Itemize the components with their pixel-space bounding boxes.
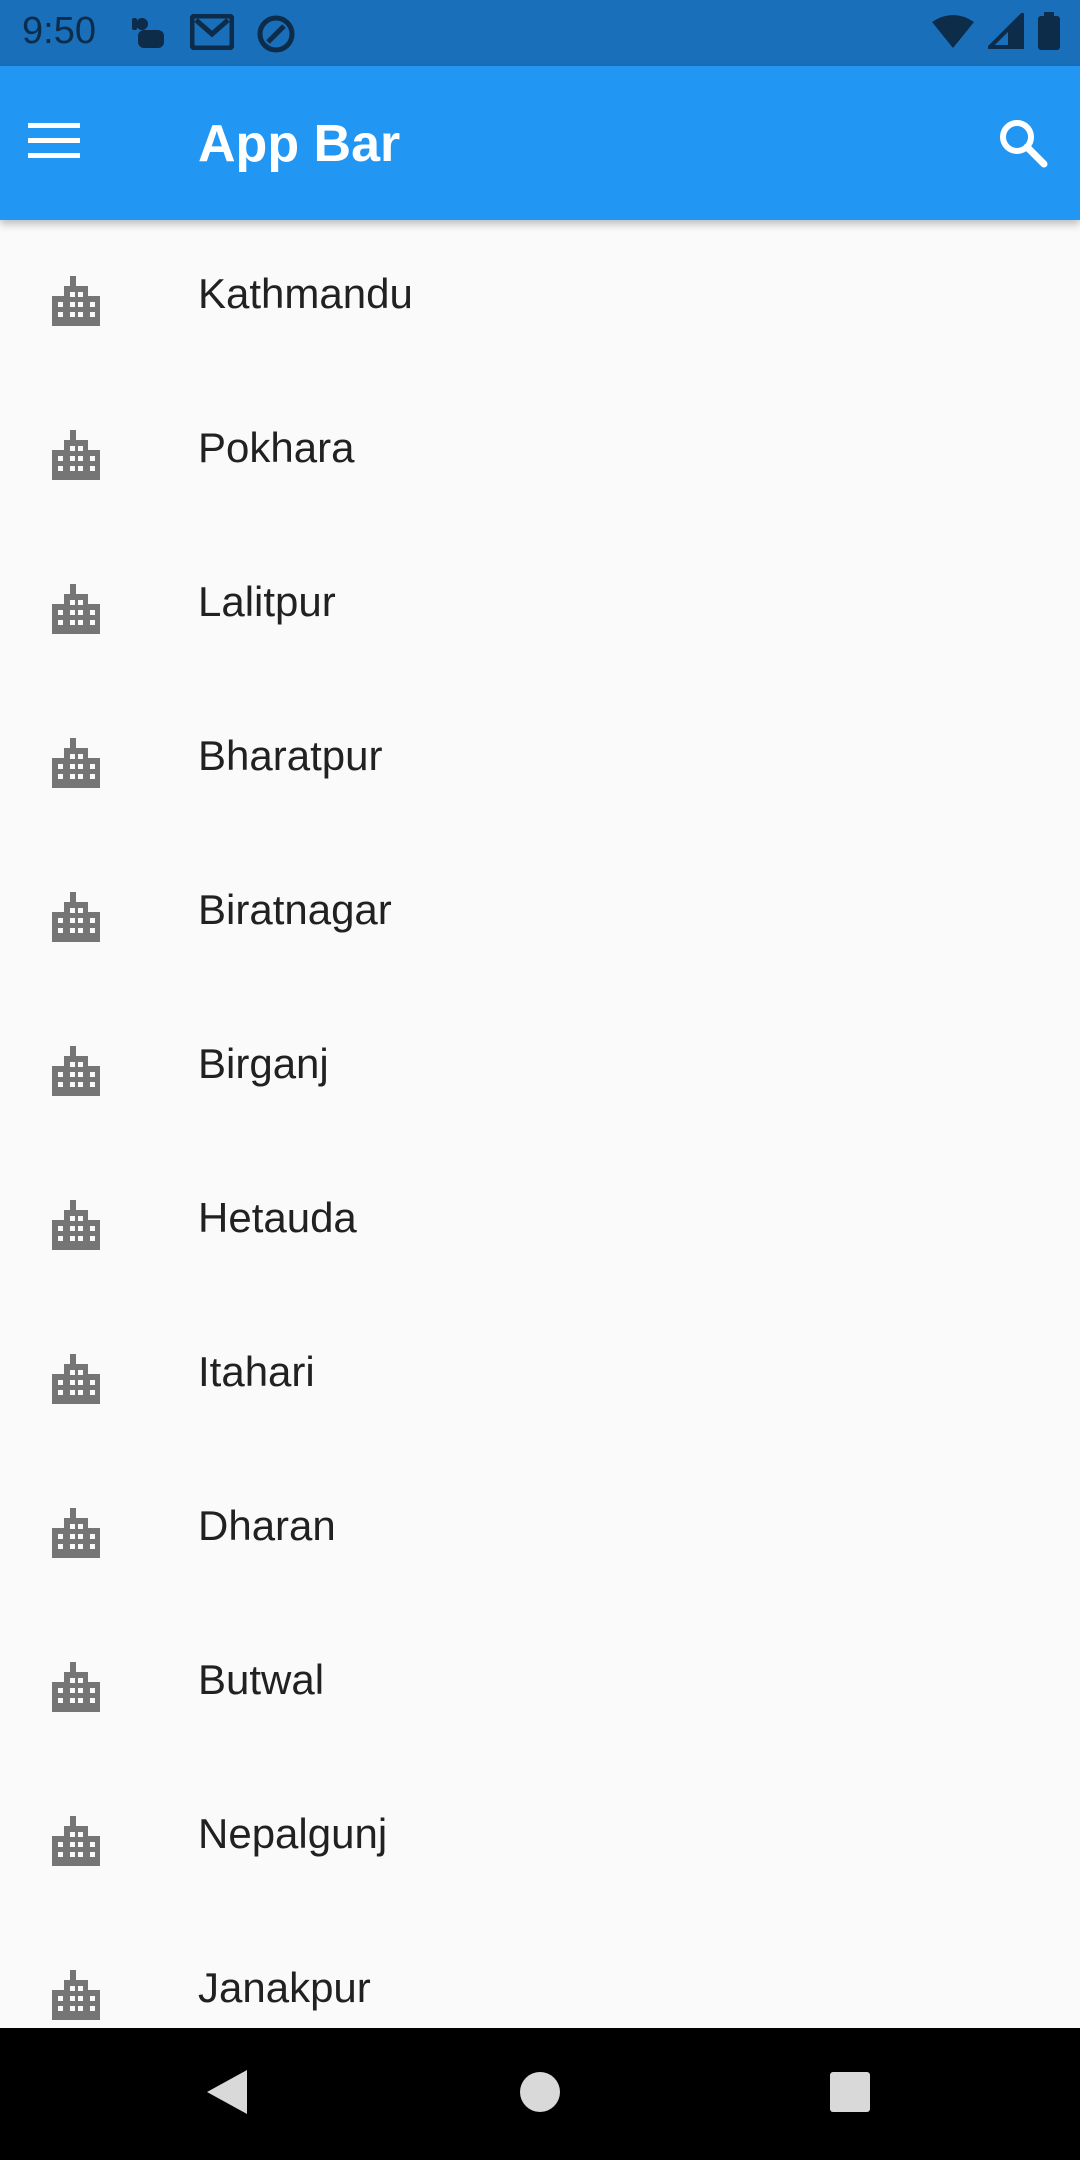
search-button[interactable] [988,110,1058,180]
city-label: Lalitpur [198,578,336,625]
city-icon [50,274,102,326]
list-item[interactable]: Nepalgunj [0,1760,1080,1914]
back-button[interactable] [196,2064,256,2124]
city-label: Janakpur [198,1964,371,2011]
city-label: Kathmandu [198,270,413,317]
city-label: Itahari [198,1348,315,1395]
city-label: Bharatpur [198,732,383,779]
list-item[interactable]: Biratnagar [0,836,1080,990]
search-icon [998,118,1048,173]
city-label: Birganj [198,1040,329,1087]
recents-button[interactable] [820,2064,880,2124]
list-item[interactable]: Itahari [0,1298,1080,1452]
city-icon [50,1044,102,1096]
wifi-icon [932,14,974,53]
home-icon [518,2070,562,2119]
city-icon [50,1352,102,1404]
navigation-bar [0,2028,1080,2160]
city-icon [50,1506,102,1558]
list-item[interactable]: Hetauda [0,1144,1080,1298]
list-item[interactable]: Kathmandu [0,220,1080,374]
city-icon [50,1814,102,1866]
back-icon [203,2068,249,2121]
list-item[interactable]: Bharatpur [0,682,1080,836]
city-icon [50,890,102,942]
city-label: Butwal [198,1656,325,1703]
home-button[interactable] [510,2064,570,2124]
list-item[interactable]: Butwal [0,1606,1080,1760]
app-title: App Bar [198,115,401,173]
battery-icon [1038,12,1060,55]
city-label: Dharan [198,1502,336,1549]
gmail-icon [189,13,235,59]
data-saver-icon [256,14,296,59]
list-item[interactable]: Pokhara [0,374,1080,528]
city-label: Nepalgunj [198,1810,388,1857]
city-label: Biratnagar [198,886,392,933]
city-icon [50,1968,102,2020]
cell-signal-icon [985,10,1024,54]
list-item[interactable]: Dharan [0,1452,1080,1606]
status-bar: 9:50 [0,0,1080,66]
game-controller-icon [128,14,168,59]
list-item[interactable]: Janakpur [0,1914,1080,2028]
city-icon [50,428,102,480]
recents-icon [829,2071,871,2118]
list-item[interactable]: Birganj [0,990,1080,1144]
status-time: 9:50 [22,10,96,52]
menu-button[interactable] [28,110,128,176]
menu-icon [28,121,80,166]
city-icon [50,736,102,788]
city-icon [50,582,102,634]
status-system-icons [932,10,1060,55]
city-list: Kathmandu Pokhara Lalitpur Bharatpur Biratna… [0,220,1080,2028]
status-notification-icons [128,13,296,59]
list-item[interactable]: Lalitpur [0,528,1080,682]
city-label: Pokhara [198,424,355,471]
city-icon [50,1198,102,1250]
app-bar: App Bar [0,66,1080,220]
city-label: Hetauda [198,1194,357,1241]
city-icon [50,1660,102,1712]
